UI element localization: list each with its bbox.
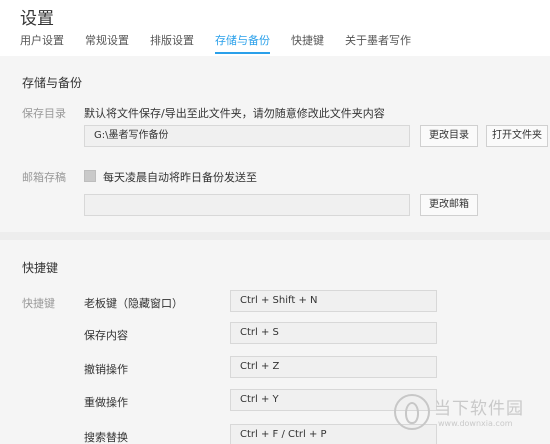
change-mail-button[interactable]: 更改邮箱 (420, 194, 478, 216)
storage-section: 存储与备份 保存目录 默认将文件保存/导出至此文件夹，请勿随意修改此文件夹内容 … (0, 56, 550, 224)
settings-content: 存储与备份 保存目录 默认将文件保存/导出至此文件夹，请勿随意修改此文件夹内容 … (0, 56, 550, 444)
tab-storage-backup[interactable]: 存储与备份 (215, 34, 270, 54)
storage-section-title: 存储与备份 (22, 76, 83, 90)
shortcut-name-search-replace: 搜索替换 (84, 431, 128, 444)
shortcut-name-redo: 重做操作 (84, 396, 128, 409)
watermark-icon (394, 394, 430, 430)
shortcut-keys-save[interactable]: Ctrl + S (230, 322, 437, 344)
shortcut-name-boss-key: 老板键（隐藏窗口） (84, 297, 183, 310)
tab-user-settings[interactable]: 用户设置 (20, 34, 64, 54)
change-dir-button[interactable]: 更改目录 (420, 125, 478, 147)
mail-backup-checkbox[interactable] (84, 170, 96, 182)
tab-about[interactable]: 关于墨者写作 (345, 34, 411, 54)
save-dir-label: 保存目录 (22, 107, 66, 120)
shortcut-name-save: 保存内容 (84, 329, 128, 342)
save-dir-description: 默认将文件保存/导出至此文件夹，请勿随意修改此文件夹内容 (84, 107, 385, 120)
shortcut-keys-undo[interactable]: Ctrl + Z (230, 356, 437, 378)
open-folder-button[interactable]: 打开文件夹 (486, 125, 548, 147)
mail-backup-checkbox-text: 每天凌晨自动将昨日备份发送至 (103, 171, 257, 184)
shortcut-name-undo: 撤销操作 (84, 363, 128, 376)
tab-bar: 用户设置 常规设置 排版设置 存储与备份 快捷键 关于墨者写作 (20, 34, 432, 54)
watermark-logo: 当下软件园 www.downxia.com (394, 392, 544, 438)
save-dir-field[interactable]: G:\墨者写作备份 (84, 125, 410, 147)
settings-header: 设置 用户设置 常规设置 排版设置 存储与备份 快捷键 关于墨者写作 (0, 0, 550, 55)
page-title: 设置 (20, 9, 54, 29)
tab-general-settings[interactable]: 常规设置 (85, 34, 129, 54)
mail-backup-label: 邮箱存稿 (22, 171, 66, 184)
tab-shortcuts[interactable]: 快捷键 (291, 34, 324, 54)
tab-layout-settings[interactable]: 排版设置 (150, 34, 194, 54)
shortcut-keys-boss-key[interactable]: Ctrl + Shift + N (230, 290, 437, 312)
watermark-text: 当下软件园 (434, 399, 524, 419)
shortcut-label: 快捷键 (22, 297, 55, 310)
mail-field[interactable] (84, 194, 410, 216)
shortcut-section-title: 快捷键 (22, 261, 59, 275)
watermark-url: www.downxia.com (438, 419, 513, 428)
